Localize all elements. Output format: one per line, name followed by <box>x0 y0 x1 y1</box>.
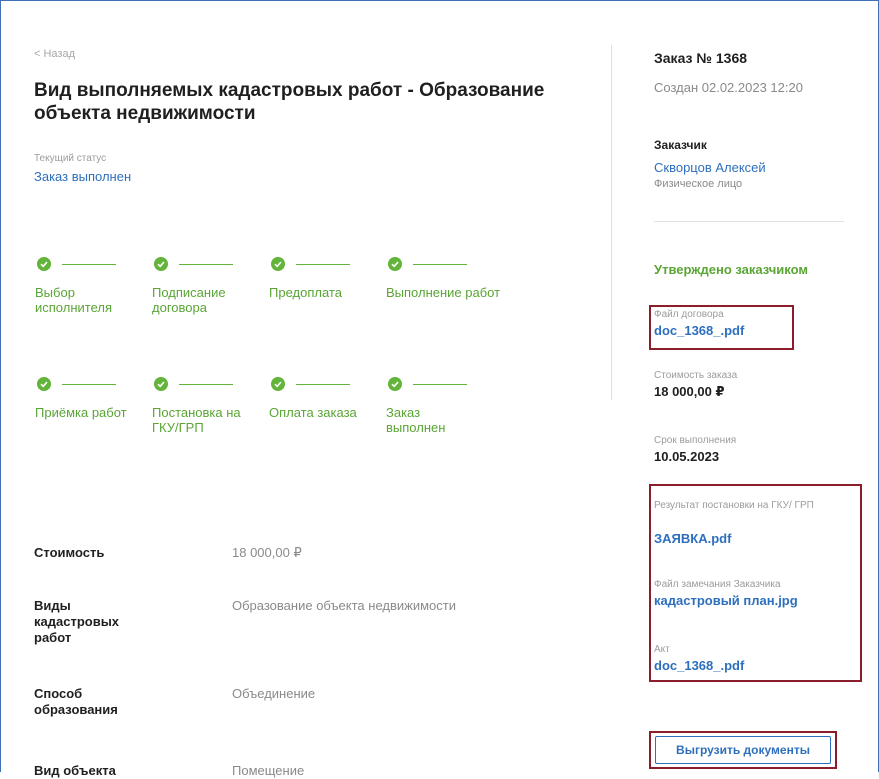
detail-value: Объединение <box>232 686 316 701</box>
detail-label: Способ образования <box>34 686 118 717</box>
detail-label: Вид объекта <box>34 763 116 778</box>
check-icon <box>271 377 285 391</box>
order-created: Создан 02.02.2023 12:20 <box>654 80 803 95</box>
customer-name-link[interactable]: Скворцов Алексей <box>654 160 766 175</box>
detail-value: 18 000,00 ₽ <box>232 545 302 560</box>
step-label: Предоплата <box>269 285 342 300</box>
order-number: Заказ № 1368 <box>654 50 748 66</box>
step-connector <box>413 264 467 265</box>
status-value: Заказ выполнен <box>34 169 132 184</box>
step-connector <box>179 264 233 265</box>
detail-value: Помещение <box>232 763 305 778</box>
status-label: Текущий статус <box>34 153 107 164</box>
detail-label: Стоимость <box>34 545 105 560</box>
check-icon <box>271 257 285 271</box>
check-icon <box>37 257 51 271</box>
result-label: Результат постановки на ГКУ/ ГРП <box>654 500 814 511</box>
step-connector <box>179 384 233 385</box>
step-connector <box>62 264 116 265</box>
check-icon <box>37 377 51 391</box>
divider <box>654 221 844 222</box>
check-icon <box>154 257 168 271</box>
step-connector <box>62 384 116 385</box>
detail-value: Образование объекта недвижимости <box>232 598 456 613</box>
step-label: Заказ выполнен <box>386 405 446 435</box>
column-divider <box>611 45 612 400</box>
act-label: Акт <box>654 644 670 655</box>
step-connector <box>296 264 350 265</box>
cost-value: 18 000,00 ₽ <box>654 384 725 399</box>
step-connector <box>413 384 467 385</box>
approved-status: Утверждено заказчиком <box>654 262 809 277</box>
download-documents-button[interactable]: Выгрузить документы <box>655 736 831 764</box>
check-icon <box>154 377 168 391</box>
step-label: Оплата заказа <box>269 405 357 420</box>
remarks-file-link[interactable]: кадастровый план.jpg <box>654 593 798 608</box>
detail-label: Виды кадастровых работ <box>34 598 120 645</box>
cost-label: Стоимость заказа <box>654 370 738 381</box>
step-connector <box>296 384 350 385</box>
deadline-value: 10.05.2023 <box>654 449 720 464</box>
back-link[interactable]: < Назад <box>34 48 75 60</box>
step-label: Выполнение работ <box>386 285 501 300</box>
remarks-label: Файл замечания Заказчика <box>654 579 781 590</box>
step-label: Приёмка работ <box>35 405 127 420</box>
page-title: Вид выполняемых кадастровых работ - Обра… <box>34 80 545 124</box>
customer-type: Физическое лицо <box>654 178 743 190</box>
act-file-link[interactable]: doc_1368_.pdf <box>654 658 744 673</box>
step-label: Выбор исполнителя <box>35 285 113 315</box>
step-label: Подписание договора <box>152 285 226 315</box>
customer-heading: Заказчик <box>654 138 707 152</box>
contract-label: Файл договора <box>654 309 724 320</box>
step-label: Постановка на ГКУ/ГРП <box>152 405 241 435</box>
result-file-link[interactable]: ЗАЯВКА.pdf <box>654 531 731 546</box>
check-icon <box>388 257 402 271</box>
check-icon <box>388 377 402 391</box>
deadline-label: Срок выполнения <box>654 435 737 446</box>
contract-file-link[interactable]: doc_1368_.pdf <box>654 323 744 338</box>
